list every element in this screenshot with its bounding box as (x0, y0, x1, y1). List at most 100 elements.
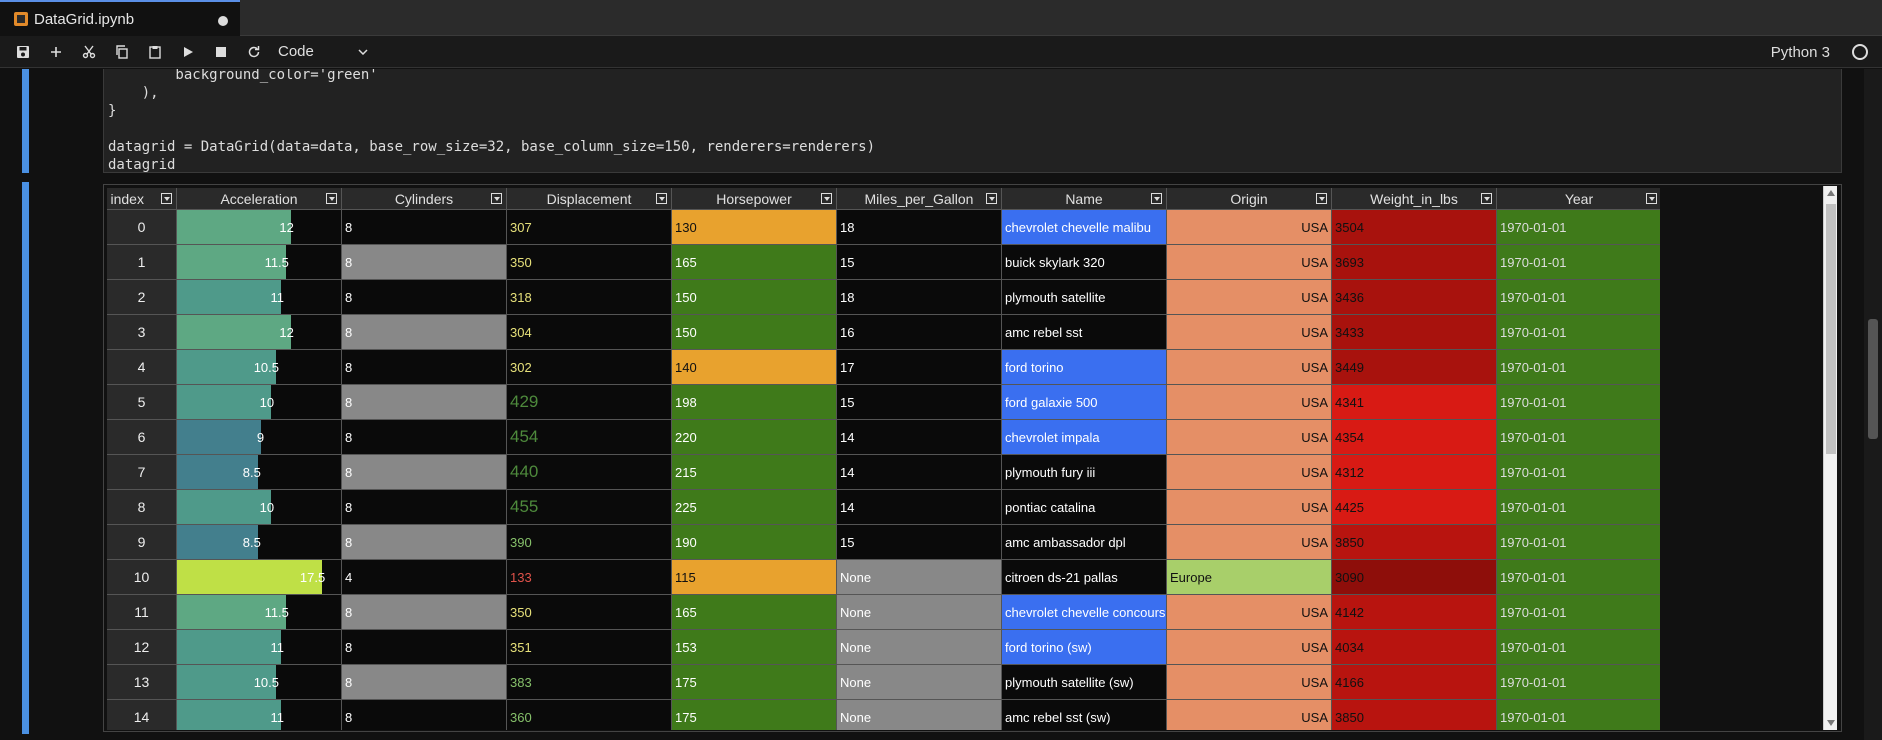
column-menu-icon[interactable] (1316, 193, 1327, 204)
cell-horsepower[interactable]: 165 (672, 245, 837, 280)
cell-cylinders[interactable]: 8 (342, 420, 507, 455)
scroll-up-icon[interactable] (1827, 190, 1835, 196)
cell-weight-in-lbs[interactable]: 4034 (1332, 630, 1497, 665)
column-header-horsepower[interactable]: Horsepower (672, 188, 837, 210)
cell-horsepower[interactable]: 165 (672, 595, 837, 630)
cell-acceleration[interactable]: 12 (177, 315, 342, 350)
table-row[interactable]: 13 10.5 8 383 175 None plymouth satellite (sw)… (107, 665, 1660, 700)
cell-weight-in-lbs[interactable]: 3090 (1332, 560, 1497, 595)
cell-cylinders[interactable]: 8 (342, 315, 507, 350)
cell-displacement[interactable]: 383 (507, 665, 672, 700)
cell-origin[interactable]: USA (1167, 350, 1332, 385)
cell-horsepower[interactable]: 190 (672, 525, 837, 560)
cell-cylinders[interactable]: 8 (342, 630, 507, 665)
code-cell-editor[interactable]: background_color='green' ), } datagrid =… (103, 69, 1842, 173)
cell-cylinders[interactable]: 8 (342, 700, 507, 730)
cell-weight-in-lbs[interactable]: 3433 (1332, 315, 1497, 350)
cell-miles-per-gallon[interactable]: 18 (837, 210, 1002, 245)
column-menu-icon[interactable] (1646, 193, 1657, 204)
cell-acceleration[interactable]: 12 (177, 210, 342, 245)
cell-name[interactable]: chevrolet chevelle concours (sw) (1002, 595, 1167, 630)
column-menu-icon[interactable] (326, 193, 337, 204)
table-row[interactable]: 5 10 8 429 198 15 ford galaxie 500 USA 4341 1970-… (107, 385, 1660, 420)
column-header-displacement[interactable]: Displacement (507, 188, 672, 210)
cell-weight-in-lbs[interactable]: 4341 (1332, 385, 1497, 420)
run-button[interactable] (171, 36, 204, 68)
cell-origin[interactable]: USA (1167, 455, 1332, 490)
cell-origin[interactable]: USA (1167, 630, 1332, 665)
cell-index[interactable]: 5 (107, 385, 177, 420)
cell-origin[interactable]: USA (1167, 700, 1332, 730)
cell-year[interactable]: 1970-01-01 (1497, 700, 1660, 730)
cell-displacement[interactable]: 302 (507, 350, 672, 385)
table-row[interactable]: 10 17.5 4 133 115 None citroen ds-21 pallas Eur… (107, 560, 1660, 595)
table-row[interactable]: 8 10 8 455 225 14 pontiac catalina USA 4425 1970-… (107, 490, 1660, 525)
cell-name[interactable]: plymouth satellite (sw) (1002, 665, 1167, 700)
cell-horsepower[interactable]: 130 (672, 210, 837, 245)
column-header-name[interactable]: Name (1002, 188, 1167, 210)
table-row[interactable]: 9 8.5 8 390 190 15 amc ambassador dpl USA 3850 19… (107, 525, 1660, 560)
cell-cylinders[interactable]: 8 (342, 210, 507, 245)
cell-acceleration[interactable]: 8.5 (177, 525, 342, 560)
page-scrollbar[interactable] (1864, 69, 1882, 740)
cell-index[interactable]: 3 (107, 315, 177, 350)
cell-weight-in-lbs[interactable]: 4166 (1332, 665, 1497, 700)
cell-displacement[interactable]: 360 (507, 700, 672, 730)
cell-name[interactable]: amc rebel sst (sw) (1002, 700, 1167, 730)
cell-year[interactable]: 1970-01-01 (1497, 245, 1660, 280)
column-header-year[interactable]: Year (1497, 188, 1660, 210)
scroll-down-icon[interactable] (1827, 720, 1835, 726)
cell-acceleration[interactable]: 17.5 (177, 560, 342, 595)
column-menu-icon[interactable] (821, 193, 832, 204)
cell-acceleration[interactable]: 10 (177, 385, 342, 420)
cell-miles-per-gallon[interactable]: 17 (837, 350, 1002, 385)
table-row[interactable]: 11 11.5 8 350 165 None chevrolet chevelle conc… (107, 595, 1660, 630)
cell-year[interactable]: 1970-01-01 (1497, 560, 1660, 595)
cell-displacement[interactable]: 350 (507, 595, 672, 630)
cell-name[interactable]: pontiac catalina (1002, 490, 1167, 525)
cell-name[interactable]: buick skylark 320 (1002, 245, 1167, 280)
column-menu-icon[interactable] (656, 193, 667, 204)
cell-year[interactable]: 1970-01-01 (1497, 280, 1660, 315)
cell-cylinders[interactable]: 8 (342, 490, 507, 525)
cell-index[interactable]: 0 (107, 210, 177, 245)
output-collapser[interactable] (22, 182, 29, 734)
cell-origin[interactable]: USA (1167, 490, 1332, 525)
column-menu-icon[interactable] (161, 193, 172, 204)
cell-acceleration[interactable]: 10.5 (177, 350, 342, 385)
cell-year[interactable]: 1970-01-01 (1497, 210, 1660, 245)
cell-horsepower[interactable]: 175 (672, 665, 837, 700)
save-button[interactable] (6, 36, 39, 68)
cell-index[interactable]: 2 (107, 280, 177, 315)
cell-name[interactable]: ford torino (sw) (1002, 630, 1167, 665)
cell-name[interactable]: amc ambassador dpl (1002, 525, 1167, 560)
cell-horsepower[interactable]: 140 (672, 350, 837, 385)
cell-displacement[interactable]: 454 (507, 420, 672, 455)
cell-year[interactable]: 1970-01-01 (1497, 420, 1660, 455)
cell-acceleration[interactable]: 11.5 (177, 595, 342, 630)
column-menu-icon[interactable] (986, 193, 997, 204)
cut-button[interactable] (72, 36, 105, 68)
cell-origin[interactable]: USA (1167, 665, 1332, 700)
cell-horsepower[interactable]: 150 (672, 315, 837, 350)
cell-index[interactable]: 13 (107, 665, 177, 700)
cell-horsepower[interactable]: 220 (672, 420, 837, 455)
cell-origin[interactable]: USA (1167, 525, 1332, 560)
cell-year[interactable]: 1970-01-01 (1497, 455, 1660, 490)
cell-horsepower[interactable]: 225 (672, 490, 837, 525)
cell-year[interactable]: 1970-01-01 (1497, 630, 1660, 665)
table-row[interactable]: 7 8.5 8 440 215 14 plymouth fury iii USA 4312 197… (107, 455, 1660, 490)
cell-displacement[interactable]: 350 (507, 245, 672, 280)
cell-displacement[interactable]: 351 (507, 630, 672, 665)
column-header-weight-in-lbs[interactable]: Weight_in_lbs (1332, 188, 1497, 210)
cell-cylinders[interactable]: 8 (342, 525, 507, 560)
cell-displacement[interactable]: 304 (507, 315, 672, 350)
cell-horsepower[interactable]: 215 (672, 455, 837, 490)
cell-year[interactable]: 1970-01-01 (1497, 595, 1660, 630)
cell-index[interactable]: 1 (107, 245, 177, 280)
cell-index[interactable]: 9 (107, 525, 177, 560)
table-row[interactable]: 2 11 8 318 150 18 plymouth satellite USA 3436 197… (107, 280, 1660, 315)
cell-miles-per-gallon[interactable]: 15 (837, 385, 1002, 420)
cell-miles-per-gallon[interactable]: None (837, 560, 1002, 595)
column-header-acceleration[interactable]: Acceleration (177, 188, 342, 210)
